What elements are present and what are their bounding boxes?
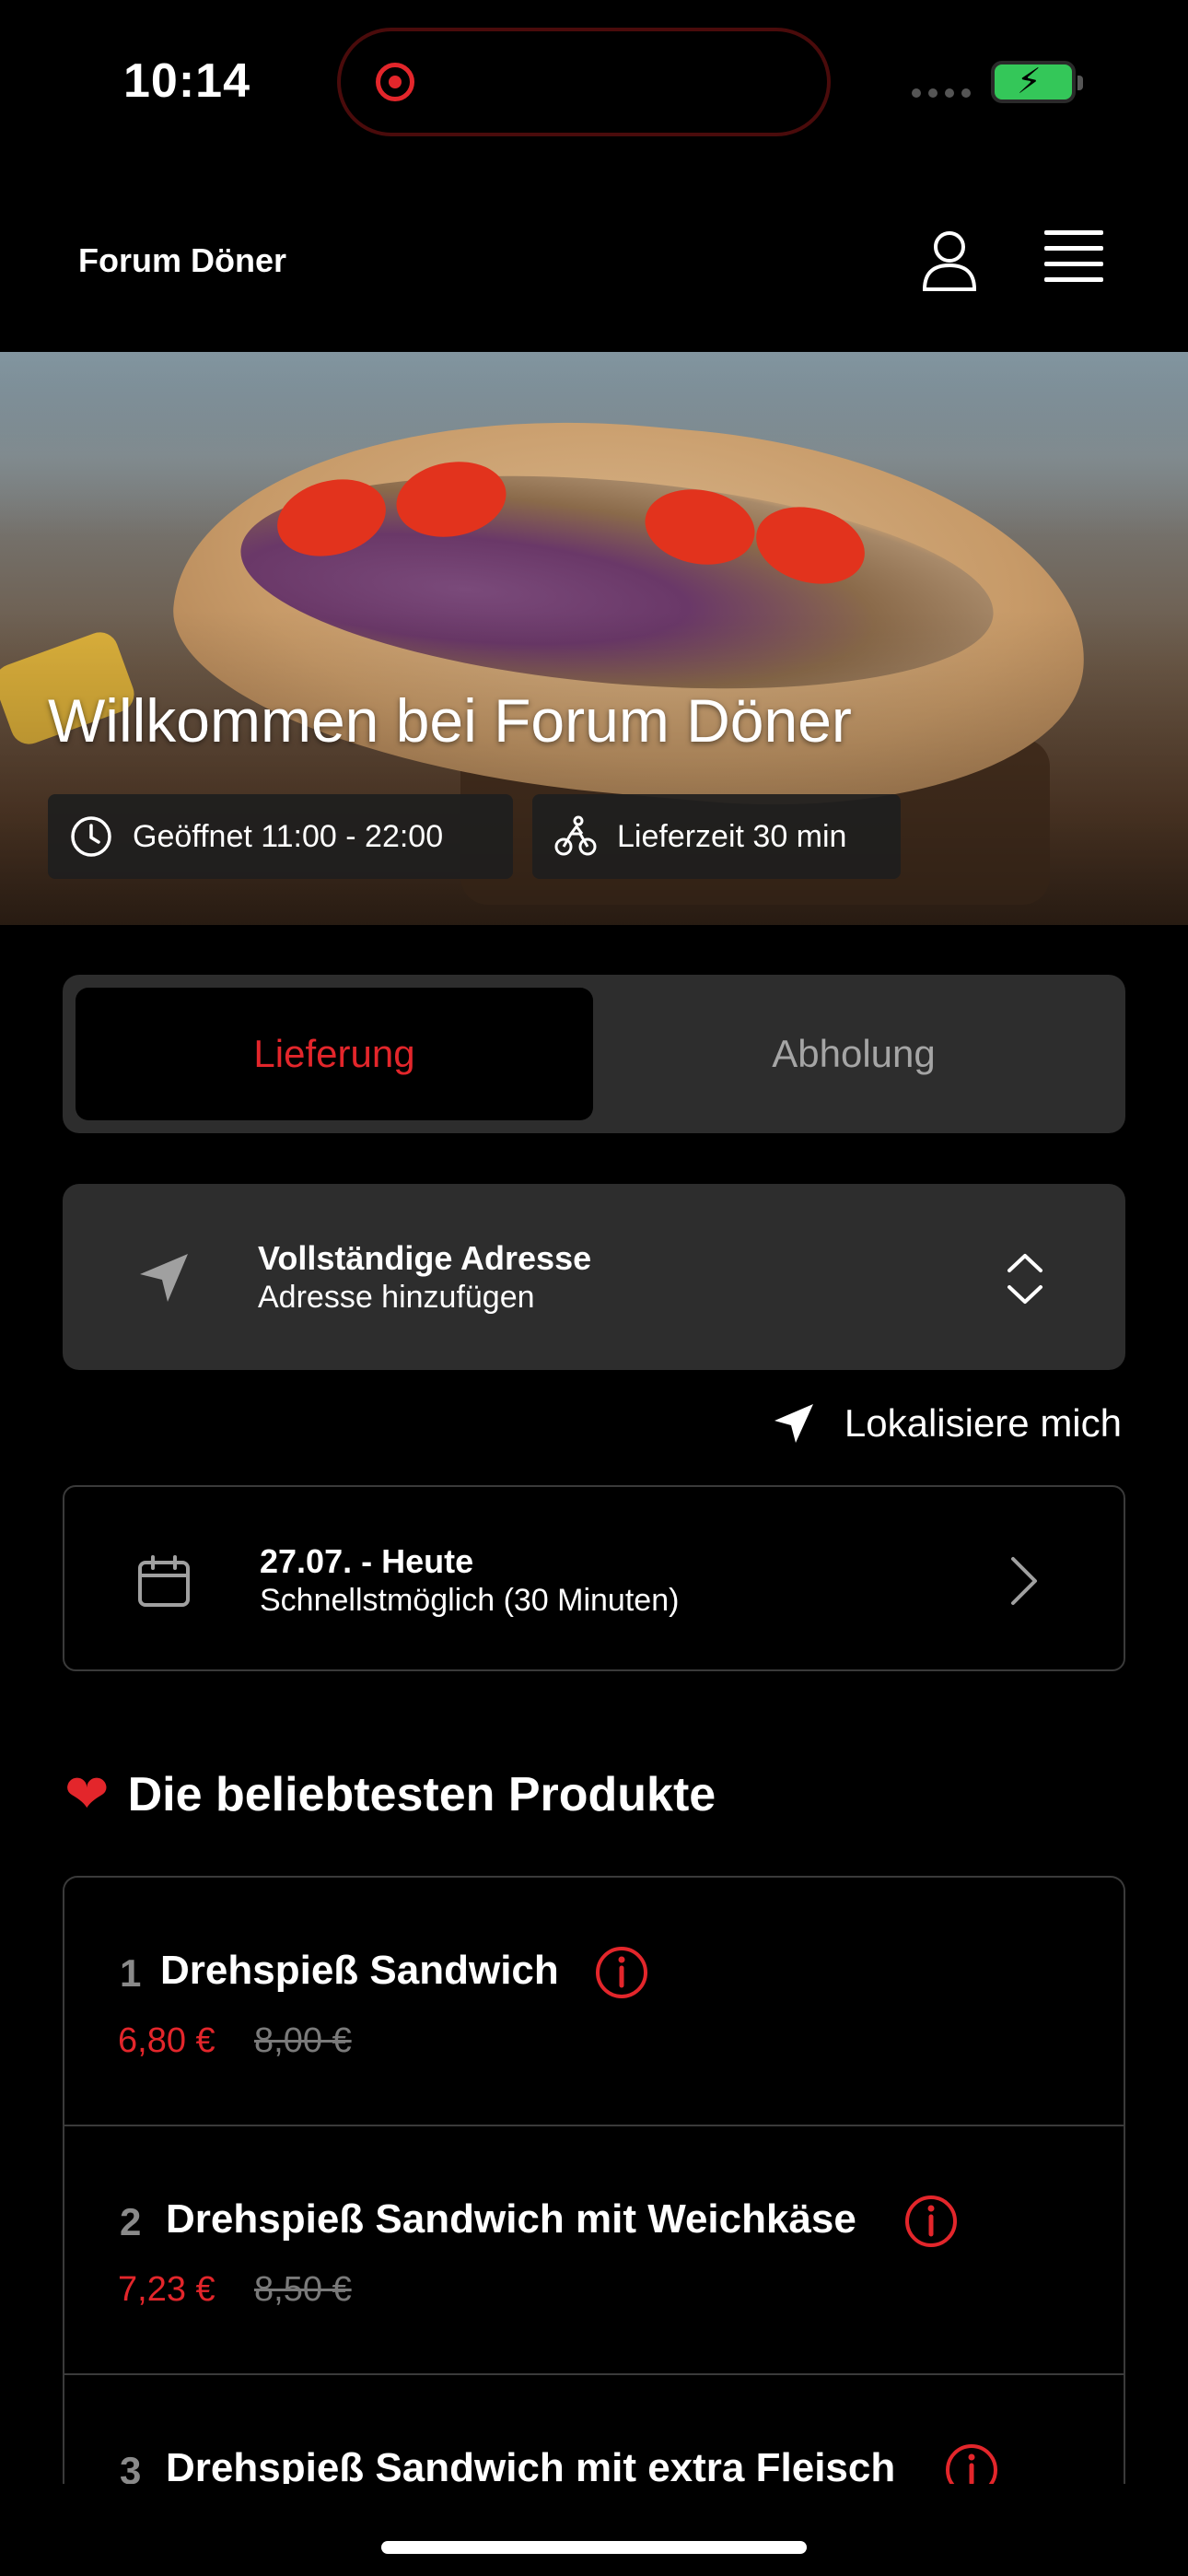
hero-banner: Willkommen bei Forum Döner Geöffnet 11:0… [0, 352, 1188, 925]
product-old-price: 8,50 € [254, 2270, 352, 2309]
info-icon[interactable] [904, 2195, 958, 2248]
locate-me-label: Lokalisiere mich [844, 1401, 1122, 1445]
delivery-time-badge: Lieferzeit 30 min [532, 794, 901, 879]
chevron-right-icon [1011, 1557, 1037, 1605]
navigation-arrow-icon [774, 1404, 813, 1443]
bicycle-courier-icon [554, 815, 597, 856]
product-name: Drehspieß Sandwich [160, 1948, 559, 1993]
order-mode-toggle: Lieferung Abholung [63, 975, 1125, 1133]
schedule-detail: Schnellstmöglich (30 Minuten) [260, 1583, 680, 1618]
opening-hours-badge: Geöffnet 11:00 - 22:00 [48, 794, 513, 879]
popular-products-heading: ❤ Die beliebtesten Produkte [64, 1767, 716, 1822]
screen-recording-icon [376, 63, 414, 101]
location-arrow-icon [140, 1254, 188, 1302]
list-item[interactable]: 1 Drehspieß Sandwich 6,80 € 8,00 € [64, 1878, 1124, 2126]
status-time: 10:14 [123, 54, 250, 108]
product-price: 7,23 € [118, 2270, 215, 2309]
hamburger-menu-icon[interactable] [1044, 230, 1103, 286]
product-price: 6,80 € [118, 2021, 215, 2060]
product-rank: 1 [120, 1951, 142, 1995]
delivery-time-text: Lieferzeit 30 min [617, 818, 847, 854]
calendar-icon [138, 1555, 190, 1607]
home-indicator[interactable] [381, 2541, 807, 2554]
popular-heading-text: Die beliebtesten Produkte [127, 1768, 716, 1821]
tab-pickup[interactable]: Abholung [595, 988, 1112, 1120]
opening-hours-text: Geöffnet 11:00 - 22:00 [133, 818, 444, 854]
popular-products-list: 1 Drehspieß Sandwich 6,80 € 8,00 € 2 Dre… [63, 1876, 1125, 2484]
product-name: Drehspieß Sandwich mit Weichkäse [166, 2196, 856, 2242]
cellular-signal-icon [912, 88, 971, 98]
hero-title: Willkommen bei Forum Döner [48, 686, 852, 755]
dynamic-island [337, 28, 831, 136]
product-old-price: 8,00 € [254, 2021, 352, 2060]
address-title: Vollständige Adresse [258, 1239, 592, 1277]
status-bar: 10:14 ⚡ [0, 0, 1188, 166]
clock-icon [71, 816, 111, 857]
app-header: Forum Döner [0, 203, 1188, 350]
info-icon[interactable] [945, 2443, 998, 2484]
battery-icon: ⚡ [991, 61, 1083, 103]
locate-me-button[interactable]: Lokalisiere mich [771, 1400, 1122, 1446]
list-item[interactable]: 2 Drehspieß Sandwich mit Weichkäse 7,23 … [64, 2126, 1124, 2375]
list-item[interactable]: 3 Drehspieß Sandwich mit extra Fleisch [64, 2375, 1124, 2484]
schedule-date: 27.07. - Heute [260, 1542, 474, 1580]
heart-icon: ❤ [64, 1764, 110, 1824]
info-icon[interactable] [595, 1946, 648, 1999]
charging-bolt-icon: ⚡ [1017, 63, 1042, 101]
product-name: Drehspieß Sandwich mit extra Fleisch [166, 2445, 896, 2484]
delivery-time-selector[interactable]: 27.07. - Heute Schnellstmöglich (30 Minu… [63, 1485, 1125, 1671]
user-account-icon[interactable] [921, 228, 978, 293]
address-selector[interactable]: Vollständige Adresse Adresse hinzufügen [63, 1184, 1125, 1370]
product-rank: 2 [120, 2200, 142, 2243]
brand-name[interactable]: Forum Döner [78, 241, 286, 280]
product-rank: 3 [120, 2449, 142, 2484]
tab-delivery[interactable]: Lieferung [76, 988, 593, 1120]
address-subtitle: Adresse hinzufügen [258, 1280, 535, 1315]
chevron-up-down-icon [1007, 1254, 1042, 1304]
